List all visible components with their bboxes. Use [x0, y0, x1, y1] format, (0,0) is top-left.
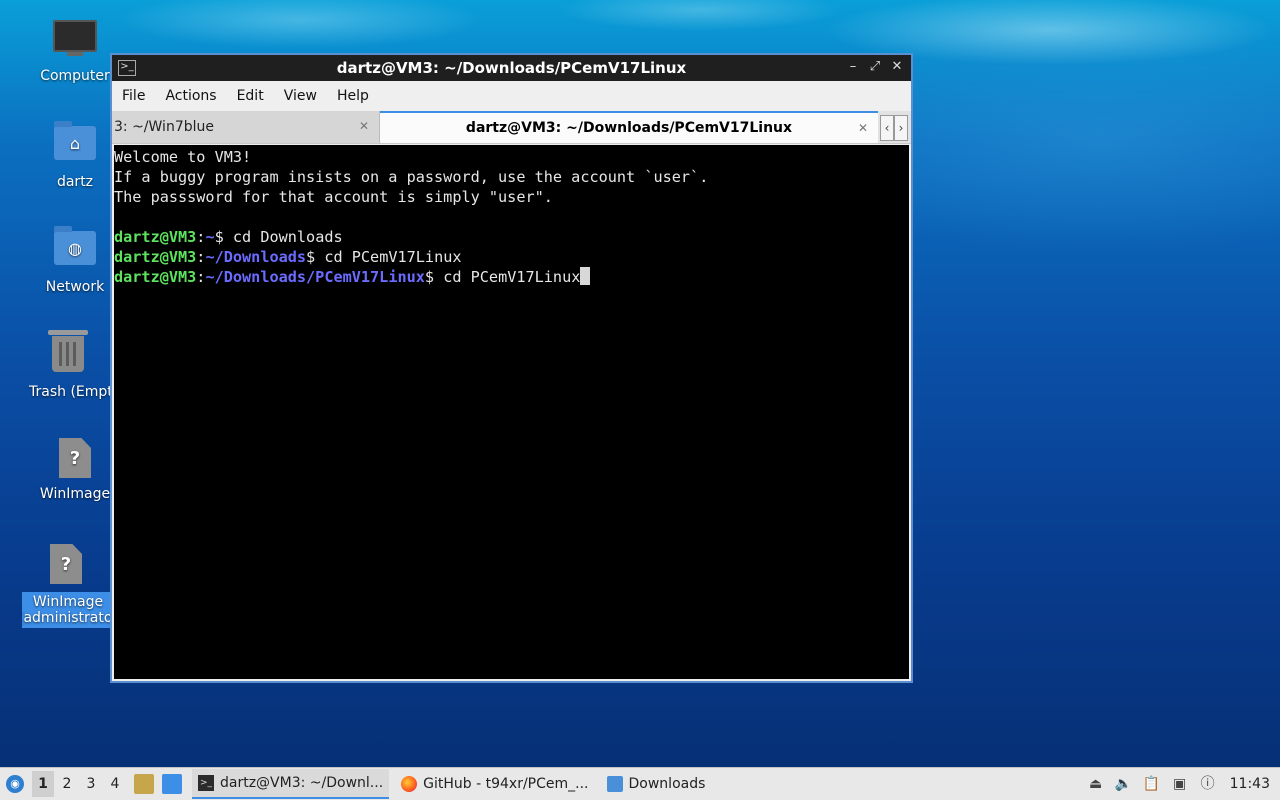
- workspace-4[interactable]: 4: [104, 771, 126, 797]
- menu-bar: File Actions Edit View Help: [112, 81, 911, 111]
- desktop-icon-network[interactable]: ◍ Network: [29, 225, 121, 295]
- minimize-icon[interactable]: –: [845, 59, 861, 75]
- task-terminal[interactable]: >_ dartz@VM3: ~/Downl...: [192, 769, 390, 799]
- volume-icon[interactable]: 🔈: [1115, 775, 1133, 793]
- chevron-right-icon[interactable]: ›: [894, 115, 908, 141]
- close-icon[interactable]: ✕: [889, 59, 905, 75]
- maximize-icon[interactable]: ⤢: [867, 59, 883, 75]
- task-label: dartz@VM3: ~/Downl...: [220, 775, 384, 791]
- workspace-1[interactable]: 1: [32, 771, 54, 797]
- desktop-icon-label: WinImage (administrator): [22, 594, 110, 626]
- tab-label: 3: ~/Win7blue: [114, 119, 214, 135]
- desktop-icon-label: Trash (Empty): [29, 384, 114, 400]
- terminal-output[interactable]: Welcome to VM3! If a buggy program insis…: [114, 145, 909, 679]
- prompt-user: dartz@VM3: [114, 228, 197, 246]
- terminal-app-icon[interactable]: >_: [118, 60, 136, 76]
- clock[interactable]: 11:43: [1230, 776, 1270, 792]
- terminal-prompt-line: dartz@VM3:~/Downloads$ cd PCemV17Linux: [114, 248, 462, 266]
- prompt-user: dartz@VM3: [114, 268, 197, 286]
- unknown-file-icon: ?: [53, 438, 97, 482]
- task-firefox[interactable]: GitHub - t94xr/PCem_...: [395, 769, 594, 799]
- prompt-command: cd PCemV17Linux: [324, 248, 462, 266]
- terminal-icon: >_: [198, 775, 214, 791]
- firefox-icon: [401, 776, 418, 792]
- network-folder-icon: ◍: [53, 226, 97, 275]
- unknown-file-icon: ?: [44, 544, 88, 588]
- folder-icon: [606, 776, 623, 792]
- task-label: Downloads: [628, 776, 706, 792]
- menu-file[interactable]: File: [112, 88, 155, 104]
- desktop-icon-label: Computer: [40, 68, 110, 84]
- prompt-path: ~: [205, 228, 215, 246]
- start-menu-button[interactable]: ◉: [0, 769, 30, 799]
- terminal-prompt-line: dartz@VM3:~/Downloads/PCemV17Linux$ cd P…: [114, 267, 909, 287]
- terminal-line: Welcome to VM3!: [114, 148, 252, 166]
- prompt-path: ~/Downloads/PCemV17Linux: [205, 268, 425, 286]
- prompt-user: dartz@VM3: [114, 248, 197, 266]
- tab-close-icon[interactable]: ✕: [359, 119, 369, 133]
- desktop-icon-winimage-admin[interactable]: ? WinImage (administrator): [22, 540, 110, 628]
- menu-help[interactable]: Help: [327, 88, 379, 104]
- workspace-3[interactable]: 3: [80, 771, 102, 797]
- menu-actions[interactable]: Actions: [155, 88, 226, 104]
- taskbar: ◉ 1 2 3 4 >_ dartz@VM3: ~/Downl... GitHu…: [0, 767, 1280, 800]
- prompt-command: cd Downloads: [232, 228, 343, 246]
- terminal-cursor: [580, 267, 591, 285]
- desktop-icon-label: dartz: [56, 174, 94, 190]
- terminal-line: If a buggy program insists on a password…: [114, 168, 709, 186]
- selection-highlight: WinImage (administrator): [22, 592, 110, 628]
- prompt-path: ~/Downloads: [205, 248, 307, 266]
- desktop-icon-winimage[interactable]: ? WinImage: [29, 434, 121, 502]
- terminal-window: >_ dartz@VM3: ~/Downloads/PCemV17Linux –…: [110, 53, 913, 683]
- menu-view[interactable]: View: [274, 88, 327, 104]
- lubuntu-logo-icon: ◉: [6, 775, 24, 793]
- notification-icon[interactable]: ⓘ: [1199, 775, 1217, 793]
- prompt-command: cd PCemV17Linux: [443, 268, 581, 286]
- window-title: dartz@VM3: ~/Downloads/PCemV17Linux: [336, 59, 687, 77]
- desktop-icon-computer[interactable]: Computer: [29, 14, 121, 84]
- computer-icon: [53, 20, 97, 64]
- network-icon[interactable]: ▣: [1171, 775, 1189, 793]
- window-titlebar[interactable]: >_ dartz@VM3: ~/Downloads/PCemV17Linux –…: [112, 55, 911, 81]
- home-folder-icon: ⌂: [53, 121, 97, 170]
- tab-label: dartz@VM3: ~/Downloads/PCemV17Linux: [465, 120, 793, 136]
- clipboard-icon[interactable]: 📋: [1143, 775, 1161, 793]
- system-tray: ⏏ 🔈 📋 ▣ ⓘ 11:43: [1082, 768, 1280, 800]
- file-manager-launcher-icon[interactable]: [134, 774, 154, 794]
- task-downloads[interactable]: Downloads: [601, 769, 712, 799]
- chevron-left-icon[interactable]: ‹: [880, 115, 894, 141]
- desktop-icon-home[interactable]: ⌂ dartz: [29, 120, 121, 190]
- desktop-icon-label: Network: [45, 279, 105, 295]
- terminal-prompt-line: dartz@VM3:~$ cd Downloads: [114, 228, 343, 246]
- menu-edit[interactable]: Edit: [227, 88, 274, 104]
- show-desktop-icon[interactable]: [162, 774, 182, 794]
- trash-icon: [46, 330, 90, 380]
- tab-close-icon[interactable]: ✕: [858, 121, 868, 135]
- tab-bar: 3: ~/Win7blue ✕ dartz@VM3: ~/Downloads/P…: [112, 111, 911, 144]
- desktop-icon-trash[interactable]: Trash (Empty): [22, 330, 114, 400]
- workspace-2[interactable]: 2: [56, 771, 78, 797]
- task-label: GitHub - t94xr/PCem_...: [423, 776, 589, 792]
- tab-win7blue[interactable]: 3: ~/Win7blue ✕: [112, 111, 380, 143]
- terminal-line: The passsword for that account is simply…: [114, 188, 553, 206]
- desktop-icon-label: WinImage: [39, 486, 111, 502]
- tab-pcem[interactable]: dartz@VM3: ~/Downloads/PCemV17Linux ✕: [380, 111, 878, 143]
- eject-icon[interactable]: ⏏: [1087, 775, 1105, 793]
